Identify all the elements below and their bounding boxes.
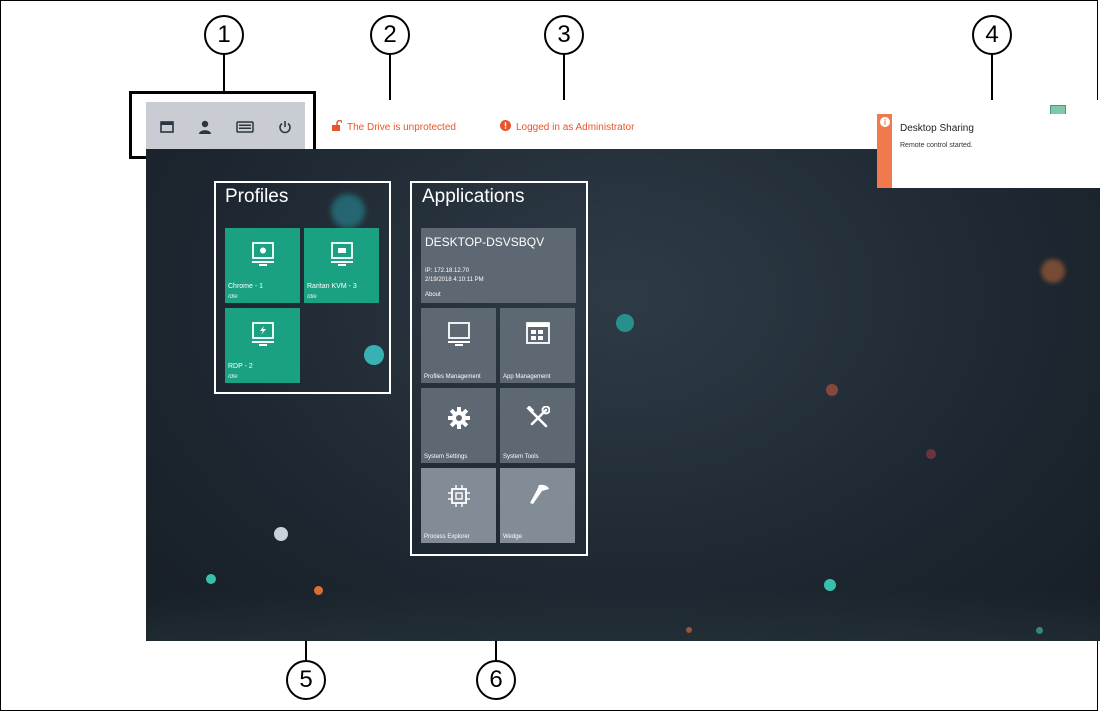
- callout-2: 2: [370, 15, 410, 55]
- monitor-icon: [251, 242, 275, 273]
- profile-status: Idle: [228, 374, 238, 380]
- keyboard-icon[interactable]: [235, 117, 255, 137]
- app-tile-profiles-management[interactable]: Profiles Management: [421, 308, 496, 383]
- scanner-icon: [525, 482, 551, 513]
- login-status: Logged in as Administrator: [500, 120, 634, 134]
- user-icon[interactable]: [195, 117, 215, 137]
- monitor-icon: [251, 322, 275, 353]
- app-grid-icon: [525, 322, 550, 349]
- notification-message: Remote control started.: [900, 142, 973, 149]
- about-link[interactable]: About: [425, 292, 441, 298]
- tools-icon: [525, 405, 550, 435]
- callout-1: 1: [204, 15, 244, 55]
- chip-icon: [447, 484, 471, 513]
- desktop-sharing-notification[interactable]: i Desktop Sharing Remote control started…: [877, 114, 1100, 188]
- app-tile-wedge[interactable]: Wedge: [500, 468, 575, 543]
- monitor-icon: [330, 242, 354, 273]
- app-tile-label: Profiles Management: [424, 374, 481, 380]
- callout-6: 6: [476, 660, 516, 700]
- callout-5: 5: [286, 660, 326, 700]
- app-tile-label: Wedge: [503, 534, 522, 540]
- bokeh-light: [826, 384, 838, 396]
- app-tile-app-management[interactable]: App Management: [500, 308, 575, 383]
- info-icon: i: [880, 117, 890, 127]
- applications-title: Applications: [422, 186, 525, 207]
- drive-status: The Drive is unprotected: [331, 119, 456, 134]
- window-icon[interactable]: [157, 117, 177, 137]
- app-tile-system-tools[interactable]: System Tools: [500, 388, 575, 463]
- device-info-tile[interactable]: DESKTOP-DSVSBQV IP: 172.18.12.70 2/19/20…: [421, 228, 576, 303]
- device-ip: IP: 172.18.12.70: [425, 268, 470, 274]
- app-tile-label: System Settings: [424, 454, 468, 460]
- profile-tile-raritan[interactable]: Raritan KVM - 3 Idle: [304, 228, 379, 303]
- app-tile-process-explorer[interactable]: Process Explorer: [421, 468, 496, 543]
- drive-status-text: The Drive is unprotected: [347, 121, 456, 133]
- callout-3: 3: [544, 15, 584, 55]
- device-datetime: 2/19/2018 4:10:11 PM: [425, 277, 484, 283]
- unlock-icon: [331, 119, 343, 134]
- profile-tile-rdp[interactable]: RDP - 2 Idle: [225, 308, 300, 383]
- callout-5-leader-lower: [305, 641, 307, 662]
- bokeh-light: [616, 314, 634, 332]
- app-tile-label: Process Explorer: [424, 534, 470, 540]
- bokeh-light: [1041, 259, 1065, 283]
- bokeh-light: [146, 589, 1100, 641]
- profile-name: Raritan KVM - 3: [307, 283, 357, 290]
- bokeh-light: [926, 449, 936, 459]
- profile-status: Idle: [307, 294, 317, 300]
- alert-icon: [500, 120, 511, 134]
- notification-title: Desktop Sharing: [900, 123, 974, 134]
- callout-4: 4: [972, 15, 1012, 55]
- device-name: DESKTOP-DSVSBQV: [425, 235, 545, 249]
- bokeh-light: [274, 527, 288, 541]
- callout-6-leader-lower: [495, 641, 497, 662]
- app-tile-system-settings[interactable]: System Settings: [421, 388, 496, 463]
- monitor-icon: [447, 322, 471, 353]
- bokeh-light: [206, 574, 216, 584]
- profile-tile-chrome[interactable]: Chrome - 1 Idle: [225, 228, 300, 303]
- profile-status: Idle: [228, 294, 238, 300]
- login-status-text: Logged in as Administrator: [516, 121, 635, 133]
- app-tile-label: System Tools: [503, 454, 539, 460]
- app-tile-label: App Management: [503, 374, 551, 380]
- profile-name: Chrome - 1: [228, 283, 264, 290]
- gear-icon: [447, 406, 471, 435]
- profiles-title: Profiles: [225, 186, 289, 207]
- profile-name: RDP - 2: [228, 363, 253, 370]
- power-icon[interactable]: [275, 117, 295, 137]
